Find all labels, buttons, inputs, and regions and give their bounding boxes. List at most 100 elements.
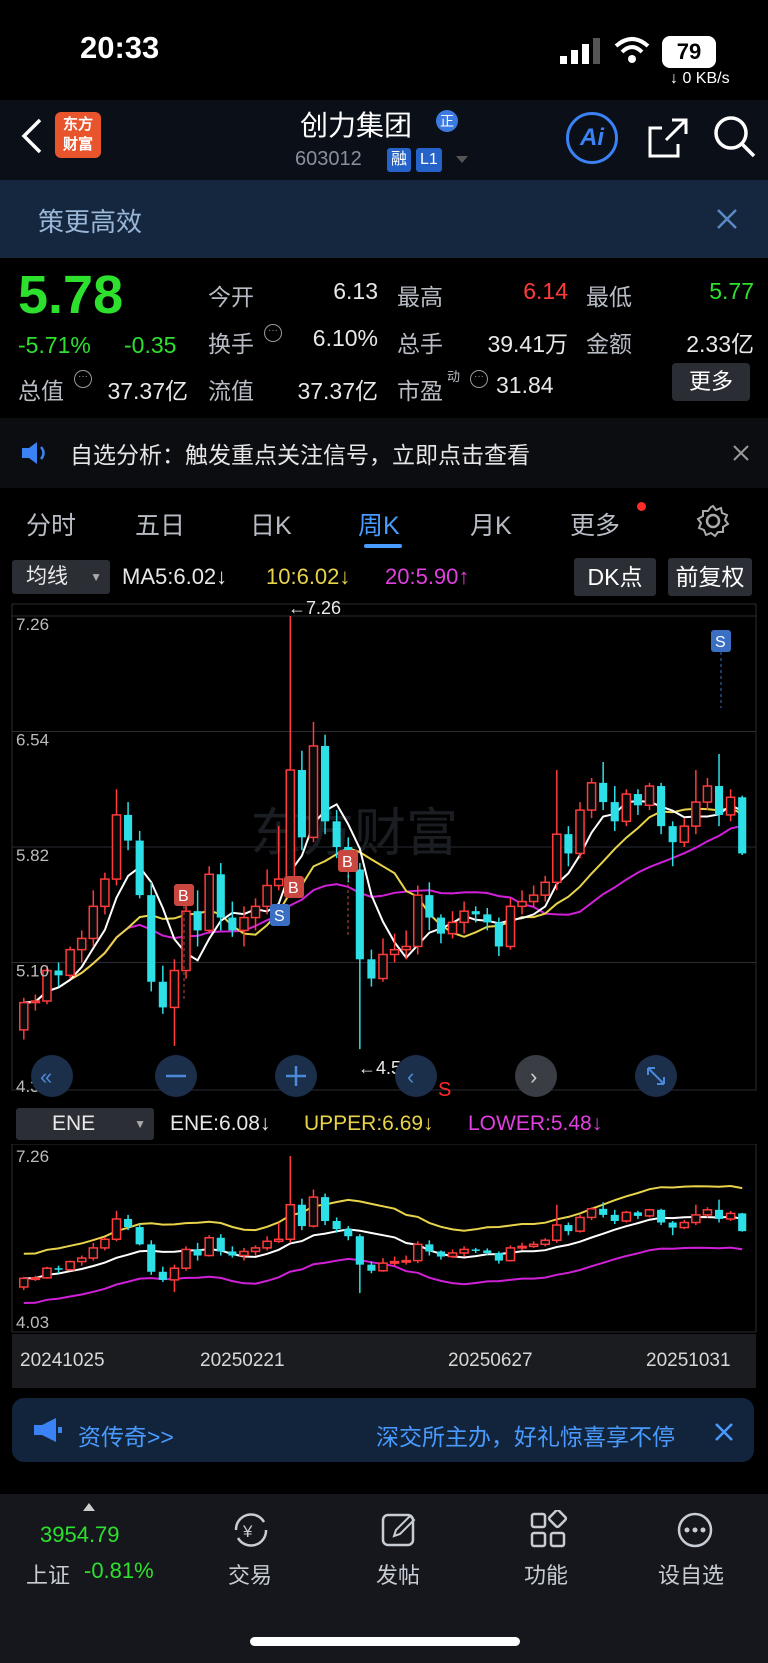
ma10-value: 10:6.02↓ <box>266 564 351 589</box>
candle <box>135 830 144 899</box>
candle <box>147 1240 156 1275</box>
candle <box>633 1210 642 1219</box>
info-icon[interactable]: ··· <box>74 370 92 388</box>
adjust-button[interactable]: 前复权 <box>668 558 752 596</box>
candle <box>321 734 330 835</box>
candle-body <box>147 895 156 982</box>
candle-body <box>76 937 87 951</box>
info-icon[interactable]: ··· <box>264 324 282 342</box>
candle-body <box>193 911 202 931</box>
svg-text:‹: ‹ <box>407 1064 414 1089</box>
nav-trade[interactable]: 交易 <box>228 1558 272 1590</box>
close-icon[interactable] <box>732 444 750 462</box>
dk-point-button[interactable]: DK点 <box>574 558 656 596</box>
ene-indicator-select[interactable]: ENE ▼ <box>16 1108 154 1140</box>
candle <box>412 1241 423 1264</box>
candle <box>30 994 41 1011</box>
tab-intraday[interactable]: 分时 <box>26 506 76 542</box>
candle <box>564 1222 573 1236</box>
low-value: 5.77 <box>709 278 754 304</box>
candle-body <box>679 825 690 843</box>
candle <box>297 1198 306 1231</box>
candle <box>517 1242 527 1251</box>
candle-body <box>679 1221 690 1229</box>
ad-left-text[interactable]: 资传奇>> <box>78 1418 174 1452</box>
chevron-down-icon[interactable] <box>455 155 469 165</box>
ene-chart[interactable]: 7.26 4.03 20241025 20250221 20250627 202… <box>0 1144 768 1388</box>
candle <box>193 890 202 947</box>
fullscreen-button <box>635 1055 677 1097</box>
speaker-icon <box>22 442 45 464</box>
candle <box>586 778 597 819</box>
ene-lower-value: LOWER:5.48↓ <box>468 1112 603 1135</box>
candle-body <box>552 1224 562 1242</box>
more-quote-button[interactable]: 更多 <box>672 363 750 401</box>
candle-body <box>714 786 724 815</box>
scroll-right-button: › <box>515 1055 557 1097</box>
candle-body <box>564 1225 573 1232</box>
candle <box>738 1212 747 1232</box>
candle-body <box>401 945 411 951</box>
index-name[interactable]: 上证 <box>26 1558 70 1590</box>
scroll-left-fast-button: « <box>31 1055 73 1097</box>
candle <box>505 1245 516 1262</box>
index-change[interactable]: -0.81% <box>84 1558 154 1584</box>
ene-grid <box>11 1144 757 1333</box>
candle <box>447 1249 458 1259</box>
ma5-value: MA5:6.02↓ <box>122 564 228 589</box>
tab-more[interactable]: 更多 <box>570 506 620 542</box>
wifi-icon <box>614 37 650 63</box>
home-indicator[interactable] <box>250 1637 520 1646</box>
candle-body <box>250 905 261 919</box>
candle-body <box>691 1214 701 1224</box>
nav-add-watchlist[interactable]: 设自选 <box>658 1558 724 1590</box>
tab-weekly-k[interactable]: 周K <box>358 506 400 542</box>
ad-right-text[interactable]: 深交所主办，好礼惊喜享不停 <box>376 1418 702 1448</box>
candle-body <box>216 1237 225 1252</box>
candle <box>100 872 110 915</box>
settings-gear-icon[interactable] <box>696 504 730 538</box>
candle <box>262 1236 272 1251</box>
search-icon[interactable] <box>712 114 758 160</box>
candle-body <box>528 1243 539 1248</box>
more-dots-icon[interactable] <box>675 1510 715 1550</box>
functions-icon[interactable] <box>528 1510 568 1550</box>
ene-y-label-top: 7.26 <box>16 1147 49 1166</box>
candle <box>575 1214 585 1233</box>
candle <box>702 778 713 811</box>
kline-chart[interactable]: 东方财富 7.266.545.825.104.38 ←7.26 ←4.56 B … <box>0 596 768 1102</box>
date-label: 20251031 <box>646 1350 731 1371</box>
back-icon[interactable] <box>18 116 44 156</box>
candle-body <box>321 1197 330 1221</box>
nav-functions[interactable]: 功能 <box>524 1558 568 1590</box>
tab-daily-k[interactable]: 日K <box>250 506 292 542</box>
candle <box>459 901 469 934</box>
indicator-select[interactable]: 均线 ▼ <box>12 560 110 594</box>
candle-body <box>657 786 666 827</box>
post-icon[interactable] <box>380 1510 420 1550</box>
pe-value: 31.84 <box>496 372 554 398</box>
candle <box>564 826 573 867</box>
ene-value: ENE:6.08↓ <box>170 1112 271 1135</box>
candle-body <box>425 1244 434 1252</box>
candle <box>378 1258 388 1272</box>
candle-body <box>250 1247 261 1253</box>
index-value[interactable]: 3954.79 <box>40 1522 120 1548</box>
candle-body <box>644 1209 655 1217</box>
candle-body <box>135 840 144 896</box>
info-icon[interactable]: ··· <box>470 370 488 388</box>
candle-body <box>169 1267 180 1281</box>
close-icon[interactable] <box>714 1422 734 1442</box>
close-icon[interactable] <box>716 208 738 230</box>
ai-button[interactable]: Ai <box>566 112 618 164</box>
trade-icon[interactable]: ¥ <box>230 1510 272 1550</box>
tab-five-day[interactable]: 五日 <box>135 506 185 542</box>
candle-body <box>586 782 597 811</box>
candle-body <box>610 802 619 822</box>
date-axis <box>12 1334 756 1388</box>
share-icon[interactable] <box>646 116 690 160</box>
change-amount: -0.35 <box>124 332 177 358</box>
tab-monthly-k[interactable]: 月K <box>470 506 512 542</box>
nav-post[interactable]: 发帖 <box>376 1558 420 1590</box>
candle-body <box>100 878 110 908</box>
